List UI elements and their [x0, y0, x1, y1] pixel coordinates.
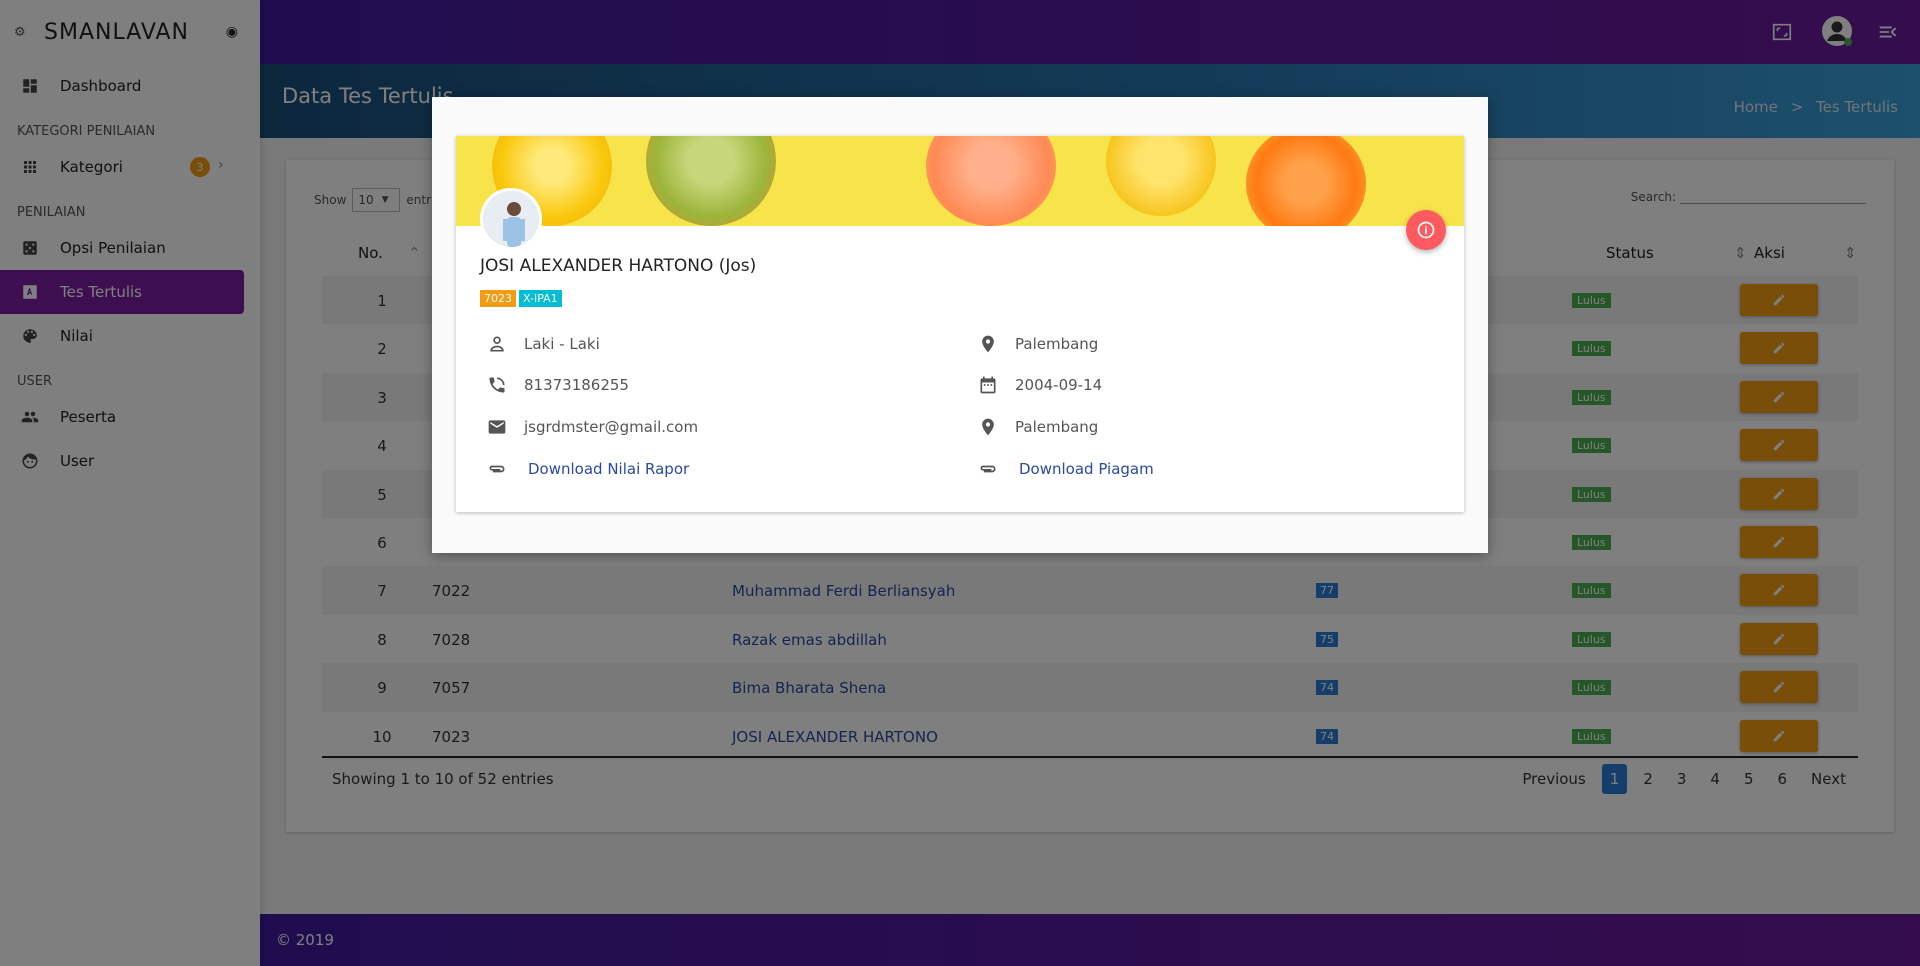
profile-card: JOSI ALEXANDER HARTONO (Jos) 7023 X-IPA1…	[456, 136, 1464, 512]
address-field: Palembang	[977, 416, 1098, 438]
info-button[interactable]	[1406, 210, 1446, 250]
avatar	[480, 188, 542, 250]
phone-icon	[486, 374, 508, 396]
info-icon	[1417, 221, 1435, 239]
participant-tags: 7023 X-IPA1	[480, 290, 562, 307]
email-field: jsgrdmster@gmail.com	[486, 416, 698, 438]
participant-name: JOSI ALEXANDER HARTONO (Jos)	[480, 256, 757, 276]
gender-field: Laki - Laki	[486, 333, 600, 355]
download-piagam-row: Download Piagam	[977, 458, 1154, 480]
person-icon	[486, 333, 508, 355]
class-badge: X-IPA1	[519, 290, 562, 307]
download-rapor-link[interactable]: Download Nilai Rapor	[528, 460, 689, 478]
location-pin-icon	[977, 416, 999, 438]
participant-modal: JOSI ALEXANDER HARTONO (Jos) 7023 X-IPA1…	[432, 97, 1488, 553]
attachment-icon	[486, 458, 508, 480]
location-pin-icon	[977, 333, 999, 355]
calendar-icon	[977, 374, 999, 396]
attachment-icon	[977, 458, 999, 480]
birthdate-field: 2004-09-14	[977, 374, 1102, 396]
birthplace-field: Palembang	[977, 333, 1098, 355]
banner-image	[456, 136, 1464, 226]
id-badge: 7023	[480, 290, 516, 307]
mail-icon	[486, 416, 508, 438]
download-piagam-link[interactable]: Download Piagam	[1019, 460, 1154, 478]
download-rapor-row: Download Nilai Rapor	[486, 458, 689, 480]
phone-field: 81373186255	[486, 374, 629, 396]
